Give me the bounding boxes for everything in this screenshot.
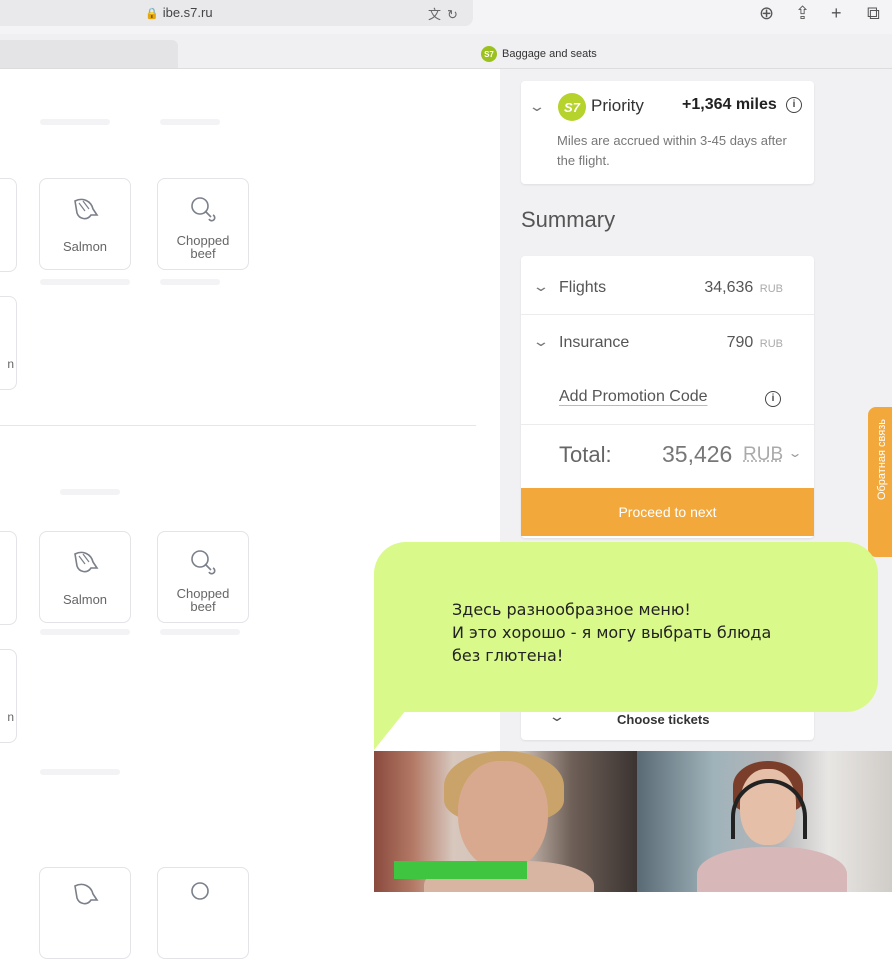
fish-icon: [69, 878, 101, 910]
total-value: 35,426: [662, 441, 732, 468]
priority-note: Miles are accrued within 3-45 days after…: [557, 131, 797, 171]
meal-card-salmon[interactable]: Salmon: [39, 178, 131, 270]
insurance-label[interactable]: Insurance: [559, 334, 629, 352]
s7-priority-logo: S7: [558, 93, 586, 121]
priority-title: Priority: [591, 96, 644, 116]
participant-figure: [697, 847, 847, 892]
row-divider: [521, 424, 814, 425]
chevron-down-icon[interactable]: ⌄: [787, 446, 802, 460]
currency-selector[interactable]: RUB: [743, 444, 783, 466]
flights-label[interactable]: Flights: [559, 279, 606, 297]
choose-tickets-label[interactable]: Choose tickets: [617, 712, 709, 727]
address-bar[interactable]: 🔒 ibe.s7.ru 文↻: [0, 0, 473, 26]
meal-card-salmon[interactable]: Salmon: [39, 531, 131, 623]
tab-bar: S7 Baggage and seats: [0, 34, 892, 69]
participant-face: [458, 761, 548, 871]
add-promotion-code-link[interactable]: Add Promotion Code: [559, 388, 708, 406]
meal-card-salmon[interactable]: [39, 867, 131, 959]
address-bar-icons: 文↻: [428, 4, 464, 23]
feedback-tab[interactable]: Обратная связь: [868, 407, 892, 557]
translate-icon[interactable]: 文: [428, 7, 447, 22]
meal-label-line2: beef: [158, 600, 248, 613]
placeholder-line: [40, 629, 130, 635]
fish-icon: [69, 546, 101, 578]
speech-bubble-text: Здесь разнообразное меню! И это хорошо -…: [452, 598, 771, 667]
placeholder-line: [160, 279, 220, 285]
meal-card-chopped-beef[interactable]: Chopped beef: [157, 531, 249, 623]
proceed-button[interactable]: Proceed to next: [521, 488, 814, 536]
share-icon[interactable]: ⇪: [795, 3, 810, 24]
placeholder-line: [40, 279, 130, 285]
url-text[interactable]: 🔒 ibe.s7.ru: [145, 5, 213, 20]
placeholder-line: [40, 769, 120, 775]
placeholder-line: [160, 119, 220, 125]
row-divider: [521, 314, 814, 315]
meal-card-chopped-beef[interactable]: Chopped beef: [157, 178, 249, 270]
tab-previous[interactable]: [0, 40, 178, 68]
meal-card-partial[interactable]: n: [0, 649, 17, 743]
placeholder-line: [160, 629, 240, 635]
placeholder-line: [40, 119, 110, 125]
tab-title: Baggage and seats: [502, 48, 597, 60]
meal-card-partial[interactable]: n: [0, 296, 17, 390]
placeholder-line: [60, 489, 120, 495]
speech-bubble-tail: [374, 680, 430, 750]
section-divider: [0, 425, 476, 426]
chicken-leg-icon: [187, 546, 219, 578]
insurance-value: 790 RUB: [650, 334, 783, 352]
browser-toolbar: 🔒 ibe.s7.ru 文↻ ⊕ ⇪ + ⧉: [0, 0, 892, 34]
meal-card-chopped-beef[interactable]: [157, 867, 249, 959]
chicken-leg-icon: [187, 878, 219, 910]
chevron-down-icon[interactable]: ⌄: [528, 98, 546, 115]
priority-miles: +1,364 miles: [682, 96, 777, 114]
chicken-leg-icon: [187, 193, 219, 225]
tab-baggage-and-seats[interactable]: S7 Baggage and seats: [481, 46, 597, 62]
meal-label: Salmon: [40, 593, 130, 606]
feedback-label: Обратная связь: [876, 419, 888, 500]
lock-icon: 🔒: [145, 8, 159, 20]
meal-label: Salmon: [40, 240, 130, 253]
info-icon[interactable]: i: [786, 97, 802, 113]
fish-icon: [69, 193, 101, 225]
speaking-indicator: [394, 861, 527, 879]
new-tab-icon[interactable]: +: [831, 3, 842, 24]
video-feed-participant-2: [637, 751, 892, 892]
tabs-overview-icon[interactable]: ⧉: [867, 3, 880, 24]
info-icon[interactable]: i: [765, 391, 781, 407]
summary-title: Summary: [521, 207, 615, 233]
s7-tab-logo: S7: [481, 46, 497, 62]
download-icon[interactable]: ⊕: [759, 3, 774, 24]
flights-value: 34,636 RUB: [650, 279, 783, 297]
reload-icon[interactable]: ↻: [447, 7, 464, 22]
meal-label-line2: beef: [158, 247, 248, 260]
total-label: Total:: [559, 442, 612, 468]
meal-card-partial[interactable]: [0, 531, 17, 625]
chevron-down-icon[interactable]: ⌄: [532, 333, 550, 350]
meal-card-partial[interactable]: [0, 178, 17, 272]
chevron-down-icon[interactable]: ⌄: [532, 278, 550, 295]
